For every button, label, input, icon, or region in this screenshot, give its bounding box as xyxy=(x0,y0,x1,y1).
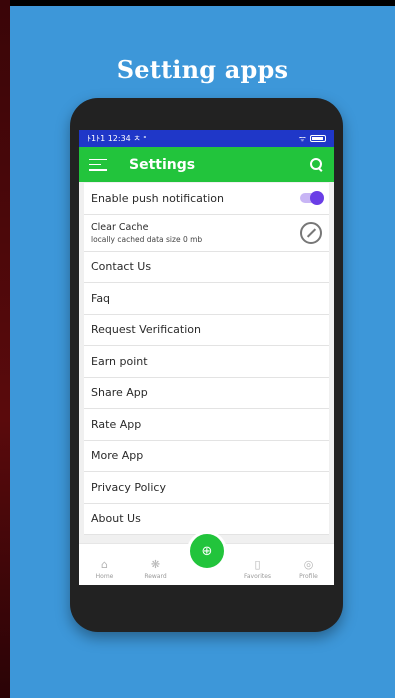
profile-icon: ◎ xyxy=(303,558,314,571)
battery-icon xyxy=(310,135,326,142)
list-item-label: About Us xyxy=(91,512,141,526)
menu-icon[interactable] xyxy=(89,158,107,171)
list-item-label: Share App xyxy=(91,386,148,400)
list-item-share-app[interactable]: Share App xyxy=(84,377,329,409)
nav-profile[interactable]: ◎ Profile xyxy=(289,558,329,581)
status-right: ᯤ xyxy=(299,133,326,144)
list-item-label: Contact Us xyxy=(91,260,152,274)
home-icon: ⌂ xyxy=(101,558,108,571)
add-button[interactable]: ⊕ xyxy=(187,531,227,571)
promo-title: Setting apps xyxy=(116,55,289,84)
page-title: Settings xyxy=(129,156,196,173)
nav-reward-label: Reward xyxy=(144,573,167,580)
list-item-more-app[interactable]: More App xyxy=(84,440,329,472)
clear-cache-row[interactable]: Clear Cache locally cached data size 0 m… xyxy=(84,214,329,252)
cache-size-text: locally cached data size 0 mb xyxy=(91,234,203,244)
left-edge xyxy=(0,0,10,698)
list-item-privacy-policy[interactable]: Privacy Policy xyxy=(84,472,329,504)
list-item-label: Rate App xyxy=(91,417,142,431)
list-item-label: Faq xyxy=(91,291,111,305)
search-icon[interactable] xyxy=(310,157,324,172)
nav-favorites[interactable]: ▯ Favorites xyxy=(238,558,278,581)
nav-reward[interactable]: ❋ Reward xyxy=(136,558,176,581)
list-item-label: Earn point xyxy=(91,354,148,368)
nav-profile-label: Profile xyxy=(299,573,318,580)
nav-favorites-label: Favorites xyxy=(243,573,272,580)
phone-screen: ﾄ1ﾄ1 12:34 ㅊ ᐤ ᯤ Settings Enable push no… xyxy=(79,130,334,585)
push-notification-toggle[interactable] xyxy=(300,191,324,206)
list-item-label: More App xyxy=(91,449,144,463)
list-item-label: Privacy Policy xyxy=(91,480,166,494)
bookmark-icon: ▯ xyxy=(254,558,261,571)
list-item-label: Request Verification xyxy=(91,323,201,337)
app-bar: Settings xyxy=(79,147,334,182)
push-notification-row[interactable]: Enable push notification xyxy=(84,183,329,215)
status-bar: ﾄ1ﾄ1 12:34 ㅊ ᐤ ᯤ xyxy=(79,130,334,147)
list-item-rate-app[interactable]: Rate App xyxy=(84,409,329,441)
clear-cache-label: Clear Cache xyxy=(91,221,149,233)
wifi-icon: ᯤ xyxy=(298,134,306,143)
list-item-earn-point[interactable]: Earn point xyxy=(84,346,329,378)
settings-list: Enable push notification Clear Cache loc… xyxy=(79,182,334,535)
list-item-faq[interactable]: Faq xyxy=(84,283,329,315)
list-item-contact-us[interactable]: Contact Us xyxy=(84,251,329,283)
add-icon: ⊕ xyxy=(201,543,213,559)
nav-home-label: Home xyxy=(95,573,114,580)
list-item-request-verification[interactable]: Request Verification xyxy=(84,314,329,346)
clear-cache-icon[interactable] xyxy=(300,221,322,244)
status-time: ﾄ1ﾄ1 12:34 ㅊ ᐤ xyxy=(87,134,147,143)
push-notification-label: Enable push notification xyxy=(91,191,224,205)
nav-home[interactable]: ⌂ Home xyxy=(85,558,125,581)
reward-icon: ❋ xyxy=(150,558,161,571)
